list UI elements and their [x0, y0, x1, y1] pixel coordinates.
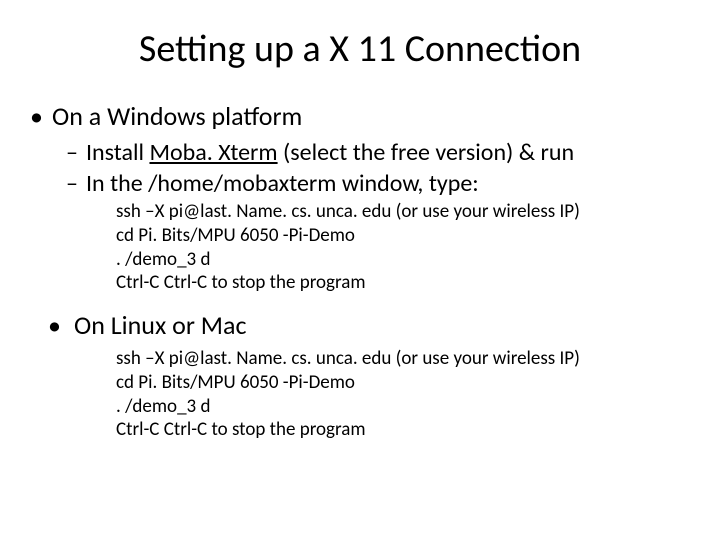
bullet-dot-icon: •: [30, 100, 52, 132]
bullet-dash-icon: –: [66, 169, 86, 198]
subbullet-install-pre: Install: [86, 138, 149, 167]
slide: Setting up a X 11 Connection •On a Windo…: [0, 0, 720, 540]
bullet-linux-mac: •On Linux or Mac: [48, 309, 690, 341]
cmd-line: . /demo_3 d: [116, 395, 690, 419]
slide-title: Setting up a X 11 Connection: [30, 26, 690, 72]
bullet-dot-icon: •: [48, 309, 74, 341]
cmd-line: cd Pi. Bits/MPU 6050 -Pi-Demo: [116, 371, 690, 395]
subbullet-install-post: (select the free version) & run: [278, 138, 575, 167]
cmd-line: . /demo_3 d: [116, 248, 690, 272]
subbullet-type: –In the /home/mobaxterm window, type:: [66, 169, 690, 198]
bullet-linux-mac-text: On Linux or Mac: [74, 309, 246, 341]
bullet-windows-text: On a Windows platform: [52, 100, 302, 132]
bullet-windows: •On a Windows platform: [30, 100, 690, 132]
subbullet-install: –Install Moba. Xterm (select the free ve…: [66, 138, 690, 167]
bullet-dash-icon: –: [66, 138, 86, 167]
commands-windows: ssh –X pi@last. Name. cs. unca. edu (or …: [116, 200, 690, 295]
mobaxterm-link[interactable]: Moba. Xterm: [149, 138, 277, 167]
cmd-line: ssh –X pi@last. Name. cs. unca. edu (or …: [116, 200, 690, 224]
cmd-line: Ctrl-C Ctrl-C to stop the program: [116, 271, 690, 295]
cmd-line: Ctrl-C Ctrl-C to stop the program: [116, 418, 690, 442]
cmd-line: ssh –X pi@last. Name. cs. unca. edu (or …: [116, 347, 690, 371]
subbullet-type-text: In the /home/mobaxterm window, type:: [86, 169, 479, 198]
cmd-line: cd Pi. Bits/MPU 6050 -Pi-Demo: [116, 224, 690, 248]
commands-linux: ssh –X pi@last. Name. cs. unca. edu (or …: [116, 347, 690, 442]
